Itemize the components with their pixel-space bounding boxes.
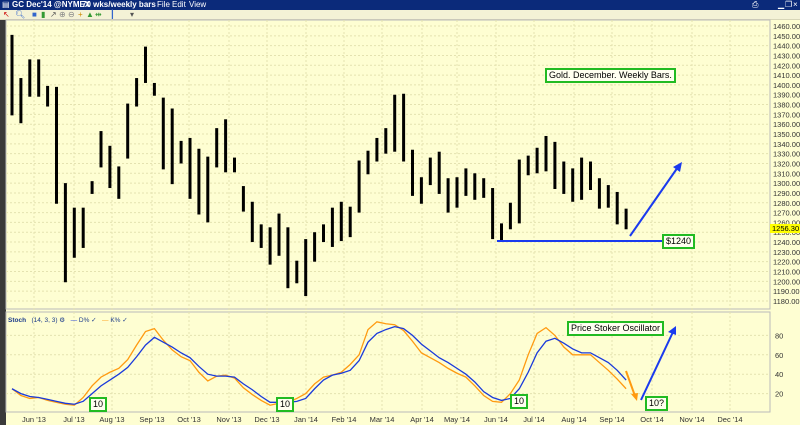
k-legend[interactable]: K% [110, 317, 120, 324]
price-tick: 1360.00 [773, 120, 800, 129]
month-label: Jan '14 [294, 415, 318, 424]
price-tick: 1180.00 [773, 297, 800, 306]
price-tick: 1420.00 [773, 61, 800, 70]
price-tick: 1190.00 [773, 287, 800, 296]
month-label: May '14 [444, 415, 470, 424]
stoch-low-marker: 10 [89, 397, 108, 412]
price-tick: 1240.00 [773, 238, 800, 247]
month-label: Nov '14 [679, 415, 704, 424]
price-tick: 1220.00 [773, 258, 800, 267]
price-chart: 1460.001450.001440.001430.001420.001410.… [5, 19, 800, 424]
price-tick: 1340.00 [773, 140, 800, 149]
month-label: Jul '14 [523, 415, 544, 424]
price-tick: 1460.00 [773, 22, 800, 31]
price-tick: 1380.00 [773, 101, 800, 110]
price-tick: 1270.00 [773, 209, 800, 218]
month-label: Mar '14 [370, 415, 395, 424]
price-tick: 1290.00 [773, 189, 800, 198]
month-label: Aug '13 [99, 415, 124, 424]
stoch-low-marker: 10? [645, 396, 669, 411]
stoch-low-marker: 10 [276, 397, 295, 412]
price-tick: 1300.00 [773, 179, 800, 188]
price-tick: 1370.00 [773, 110, 800, 119]
month-label: Oct '14 [640, 415, 664, 424]
month-label: Dec '13 [254, 415, 279, 424]
month-label: Jul '13 [63, 415, 84, 424]
price-tick: 1310.00 [773, 169, 800, 178]
price-tick: 1400.00 [773, 81, 800, 90]
month-label: Apr '14 [410, 415, 434, 424]
price-tick: 1280.00 [773, 199, 800, 208]
price-tick: 1440.00 [773, 42, 800, 51]
oscillator-label: Price Stoker Oscillator [567, 321, 665, 336]
month-label: Nov '13 [216, 415, 241, 424]
chart-title-annotation: Gold. December. Weekly Bars. [545, 68, 676, 83]
price-tick: 1410.00 [773, 71, 800, 80]
price-tick: 1210.00 [773, 268, 800, 277]
price-tick: 1450.00 [773, 32, 800, 41]
stoch-legend: Stoch (14, 3, 3) ⚙ — D% ✓ — K% ✓ [8, 317, 128, 324]
price-tick: 1430.00 [773, 51, 800, 60]
stoch-tick: 60 [775, 351, 783, 360]
month-label: Sep '13 [139, 415, 164, 424]
last-price-tag: 1256.30 [770, 224, 800, 233]
month-label: Dec '14 [717, 415, 742, 424]
price-tick: 1320.00 [773, 159, 800, 168]
stoch-tick: 20 [775, 390, 783, 399]
stoch-tick: 40 [775, 370, 783, 379]
d-legend[interactable]: D% [79, 317, 89, 324]
month-label: Jun '13 [22, 415, 46, 424]
price-tick: 1200.00 [773, 277, 800, 286]
price-panel [5, 19, 771, 310]
price-tick: 1350.00 [773, 130, 800, 139]
month-label: Feb '14 [332, 415, 357, 424]
price-tick: 1230.00 [773, 248, 800, 257]
stoch-params[interactable]: (14, 3, 3) [31, 317, 57, 324]
support-label: $1240 [662, 234, 696, 249]
month-label: Oct '13 [177, 415, 201, 424]
stoch-tick: 80 [775, 331, 783, 340]
price-tick: 1390.00 [773, 91, 800, 100]
month-label: Jun '14 [484, 415, 508, 424]
stoch-low-marker: 10 [510, 394, 529, 409]
month-label: Aug '14 [561, 415, 586, 424]
stoch-name: Stoch [8, 317, 27, 324]
price-tick: 1330.00 [773, 150, 800, 159]
month-label: Sep '14 [599, 415, 624, 424]
